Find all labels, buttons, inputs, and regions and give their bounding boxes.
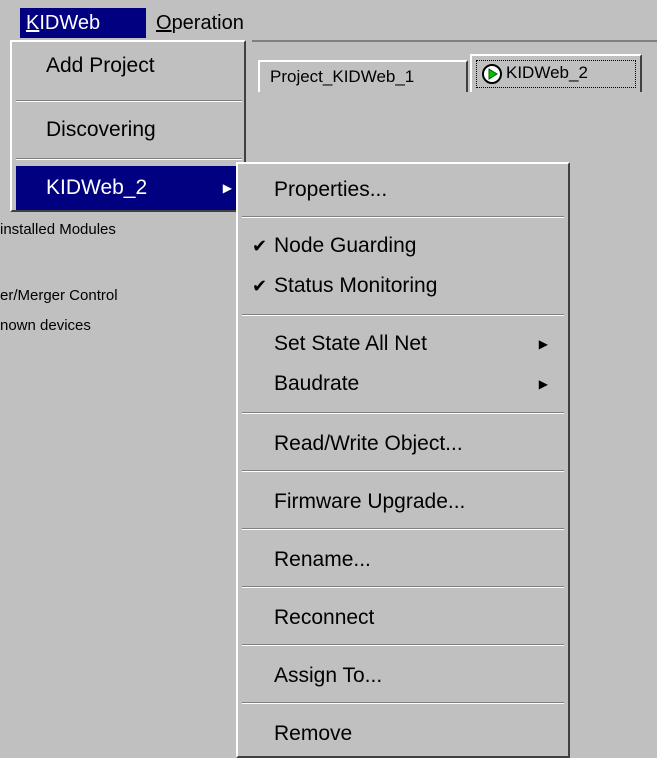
menu-item-label: Status Monitoring <box>274 274 438 297</box>
tab-label: Project_KIDWeb_1 <box>270 67 415 86</box>
kidweb-2-submenu: Properties... ✔ Node Guarding ✔ Status M… <box>236 162 570 758</box>
menu-item-firmware-upgrade[interactable]: Firmware Upgrade... <box>240 484 566 520</box>
menu-kidweb[interactable]: KIDWeb <box>20 8 146 38</box>
tree-item-unknown-devices[interactable]: nown devices <box>0 316 91 336</box>
menu-separator <box>242 528 564 530</box>
menu-item-label: KIDWeb_2 <box>46 176 148 199</box>
menu-item-reconnect[interactable]: Reconnect <box>240 600 566 636</box>
menu-separator <box>16 100 242 102</box>
menu-item-set-state-all-net[interactable]: Set State All Net ▶ <box>240 326 566 362</box>
tree-item-merger-control[interactable]: er/Merger Control <box>0 286 118 306</box>
menu-item-rename[interactable]: Rename... <box>240 542 566 578</box>
green-play-status-icon <box>482 64 502 84</box>
submenu-arrow-icon: ▶ <box>538 337 548 351</box>
menu-separator <box>242 702 564 704</box>
menu-separator <box>242 644 564 646</box>
menu-separator <box>242 314 564 316</box>
checkmark-icon: ✔ <box>252 236 268 256</box>
menu-item-label: Baudrate <box>274 372 360 395</box>
tab-kidweb-2[interactable]: KIDWeb_2 <box>470 54 642 92</box>
menu-bar: KIDWeb Operation <box>0 0 657 38</box>
menu-separator <box>242 412 564 414</box>
tree-item-installed-modules[interactable]: installed Modules <box>0 220 116 240</box>
menu-item-kidweb-2[interactable]: KIDWeb_2 ▶ <box>16 166 242 210</box>
submenu-arrow-icon: ▶ <box>538 377 548 391</box>
menu-separator <box>16 158 242 160</box>
menu-item-properties[interactable]: Properties... <box>240 172 566 208</box>
menu-item-node-guarding[interactable]: ✔ Node Guarding <box>240 228 566 264</box>
menu-item-label: Set State All Net <box>274 332 427 355</box>
menu-item-discovering[interactable]: Discovering <box>16 108 242 152</box>
menu-separator <box>242 586 564 588</box>
menu-operation[interactable]: Operation <box>150 8 310 38</box>
tab-label: KIDWeb_2 <box>506 63 588 82</box>
menu-item-assign-to[interactable]: Assign To... <box>240 658 566 694</box>
kidweb-dropdown-menu: Add Project Discovering KIDWeb_2 ▶ <box>10 40 246 212</box>
menu-item-add-project[interactable]: Add Project <box>16 44 242 88</box>
menu-item-remove[interactable]: Remove <box>240 716 566 752</box>
menu-kidweb-mnemonic: K <box>26 12 40 34</box>
menu-separator <box>242 216 564 218</box>
menu-operation-mnemonic: O <box>156 12 172 34</box>
submenu-arrow-icon: ▶ <box>222 181 232 195</box>
menu-item-label: Node Guarding <box>274 234 417 257</box>
menu-item-status-monitoring[interactable]: ✔ Status Monitoring <box>240 268 566 304</box>
checkmark-icon: ✔ <box>252 276 268 296</box>
menu-kidweb-label: IDWeb <box>39 12 101 34</box>
tab-project-kidweb-1[interactable]: Project_KIDWeb_1 <box>258 60 468 92</box>
menu-operation-label: peration <box>171 12 244 34</box>
menu-item-read-write-object[interactable]: Read/Write Object... <box>240 426 566 462</box>
panel-border-top <box>252 40 657 42</box>
menu-item-baudrate[interactable]: Baudrate ▶ <box>240 366 566 402</box>
menu-separator <box>242 470 564 472</box>
